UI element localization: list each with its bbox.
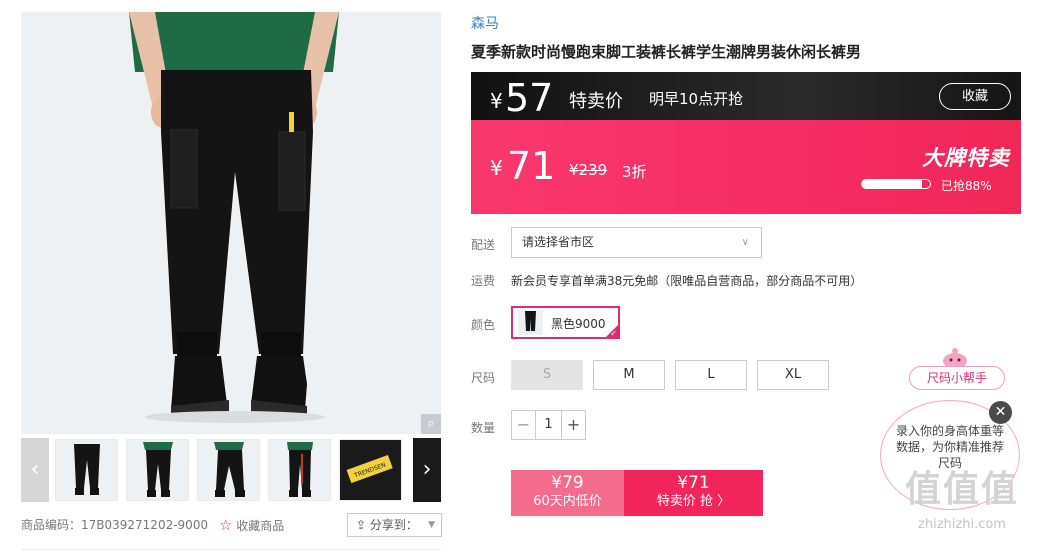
region-select[interactable]: 请选择省市区 ∨ xyxy=(511,227,762,258)
thumbnail[interactable]: TRENDSEN xyxy=(339,439,402,501)
discount-label: 3折 xyxy=(622,163,647,181)
currency-symbol: ¥ xyxy=(490,89,503,113)
size-option-xl[interactable]: XL xyxy=(757,360,829,390)
caret-down-icon: ▼ xyxy=(428,520,435,530)
thumbnail[interactable] xyxy=(268,439,331,501)
quantity-minus-button[interactable]: − xyxy=(512,411,536,439)
product-title: 夏季新款时尚慢跑束脚工装裤长裤学生潮牌男装休闲长裤男 xyxy=(471,43,862,61)
quantity-value[interactable]: 1 xyxy=(536,411,561,439)
buy-now-button[interactable]: ¥71 特卖价 抢 〉 xyxy=(624,470,763,516)
low-price-label: 60天内低价 xyxy=(533,494,602,509)
watermark: 值值值 zhizhizhi.com xyxy=(887,470,1037,550)
favorite-button[interactable]: 收藏 xyxy=(939,83,1011,110)
color-option-black[interactable]: 黑色9000 ✓ xyxy=(511,306,620,339)
current-price-bar: ¥ 71 ¥239 3折 大牌特卖 已抢88% xyxy=(471,120,1021,214)
divider xyxy=(21,549,441,550)
size-option-m[interactable]: M xyxy=(593,360,665,390)
special-price-tag: 特卖价 xyxy=(569,91,623,112)
sold-progress-fill xyxy=(862,180,922,188)
currency-symbol: ¥ xyxy=(490,156,503,180)
color-thumbnail xyxy=(518,310,543,335)
sold-percent: 已抢88% xyxy=(941,179,992,193)
big-brand-sale-badge: 大牌特卖 xyxy=(922,146,1010,170)
upcoming-price-bar: ¥ 57 特卖价 明早10点开抢 收藏 xyxy=(471,72,1021,120)
delivery-label: 配送 xyxy=(471,238,496,252)
chevron-left-icon[interactable]: ‹ xyxy=(21,438,49,502)
thumbnail[interactable] xyxy=(126,439,189,501)
product-code: 商品编码：17B039271202-9000 xyxy=(21,518,209,532)
sold-progress-bar xyxy=(861,179,931,189)
buy-price: ¥71 xyxy=(677,473,710,493)
close-icon[interactable]: ✕ xyxy=(989,401,1012,424)
chevron-right-icon[interactable]: › xyxy=(413,438,441,502)
color-label: 颜色 xyxy=(471,318,496,332)
low-price-info: ¥79 60天内低价 xyxy=(511,470,624,516)
buy-label: 特卖价 抢 〉 xyxy=(656,494,731,509)
shipping-info: 新会员专享首单满38元免邮（限唯品自营商品，部分商品不可用） xyxy=(511,274,863,288)
thumbnail[interactable] xyxy=(55,439,118,501)
region-select-value: 请选择省市区 xyxy=(522,235,595,249)
share-icon: ⇪ xyxy=(356,518,367,532)
favorite-product-link[interactable]: ☆ 收藏商品 xyxy=(219,515,284,536)
chevron-down-icon: ∨ xyxy=(741,237,749,248)
upcoming-price: 57 xyxy=(505,76,554,120)
product-meta-row: 商品编码：17B039271202-9000 ☆ 收藏商品 ⇪ 分享到： ▼ xyxy=(21,513,442,541)
checkmark-icon: ✓ xyxy=(610,329,617,338)
color-option-label: 黑色9000 xyxy=(551,317,606,331)
share-label: 分享到： xyxy=(369,518,418,532)
brand-link[interactable]: 森马 xyxy=(471,13,499,33)
original-price: ¥239 xyxy=(569,161,608,179)
product-photo xyxy=(21,12,441,434)
watermark-url: zhizhizhi.com xyxy=(918,517,1006,532)
quantity-label: 数量 xyxy=(471,421,496,435)
star-icon: ☆ xyxy=(219,516,233,534)
favorite-product-label: 收藏商品 xyxy=(236,519,285,533)
quantity-plus-button[interactable]: + xyxy=(561,411,585,439)
size-option-s[interactable]: S xyxy=(511,360,583,390)
size-option-l[interactable]: L xyxy=(675,360,747,390)
thumbnail-strip: ‹ TRENDSEN › xyxy=(21,438,441,502)
quantity-stepper: − 1 + xyxy=(511,410,586,440)
share-button[interactable]: ⇪ 分享到： ▼ xyxy=(347,513,442,537)
size-helper-button[interactable]: 尺码小帮手 xyxy=(909,366,1005,390)
shipping-label: 运费 xyxy=(471,274,496,288)
current-price: 71 xyxy=(507,144,556,188)
watermark-logo: 值值值 xyxy=(904,469,1019,510)
thumbnail[interactable] xyxy=(197,439,260,501)
sale-start-time: 明早10点开抢 xyxy=(649,90,744,108)
main-product-image[interactable]: ⌕ xyxy=(21,12,441,434)
magnifier-icon[interactable]: ⌕ xyxy=(421,414,441,434)
size-label: 尺码 xyxy=(471,371,496,385)
low-price: ¥79 xyxy=(551,473,584,493)
